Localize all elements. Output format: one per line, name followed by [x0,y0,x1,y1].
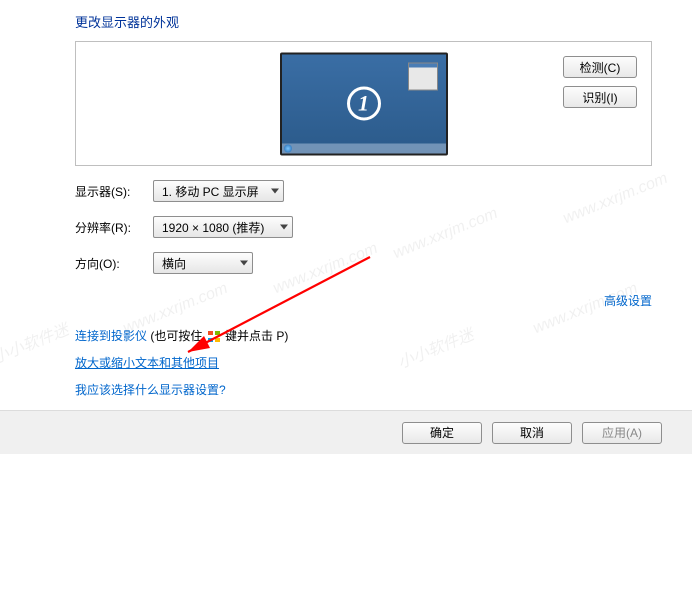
cancel-button[interactable]: 取消 [492,422,572,444]
monitor-preview-box: 1 检测(C) 识别(I) [75,41,652,166]
help-link[interactable]: 我应该选择什么显示器设置? [75,383,226,397]
orientation-dropdown-value: 横向 [162,255,206,272]
apply-button[interactable]: 应用(A) [582,422,662,444]
text-size-link[interactable]: 放大或缩小文本和其他项目 [75,356,219,370]
dialog-button-bar: 确定 取消 应用(A) [0,410,692,454]
windows-logo-icon [208,331,220,342]
orientation-label: 方向(O): [75,255,153,272]
window-icon [408,62,438,90]
watermark: 小小软件迷 [0,316,72,368]
display-dropdown[interactable]: 1. 移动 PC 显示屏 [153,180,284,202]
identify-button[interactable]: 识别(I) [563,86,637,108]
projector-link[interactable]: 连接到投影仪 [75,329,147,343]
resolution-dropdown-value: 1920 × 1080 (推荐) [162,219,284,236]
chevron-down-icon [271,189,279,194]
display-dropdown-value: 1. 移动 PC 显示屏 [162,183,279,200]
monitor-number: 1 [347,87,381,121]
detect-button[interactable]: 检测(C) [563,56,637,78]
resolution-label: 分辨率(R): [75,219,153,236]
start-orb-icon [284,144,292,152]
monitor-thumbnail[interactable]: 1 [280,52,448,155]
orientation-dropdown[interactable]: 横向 [153,252,253,274]
page-title: 更改显示器的外观 [75,12,652,31]
ok-button[interactable]: 确定 [402,422,482,444]
chevron-down-icon [240,261,248,266]
projector-hint-a: (也可按住 [147,329,206,343]
advanced-settings-link[interactable]: 高级设置 [604,294,652,308]
chevron-down-icon [280,225,288,230]
projector-hint-b: 键并点击 P) [222,329,289,343]
resolution-dropdown[interactable]: 1920 × 1080 (推荐) [153,216,293,238]
display-label: 显示器(S): [75,183,153,200]
taskbar-icon [282,143,446,153]
